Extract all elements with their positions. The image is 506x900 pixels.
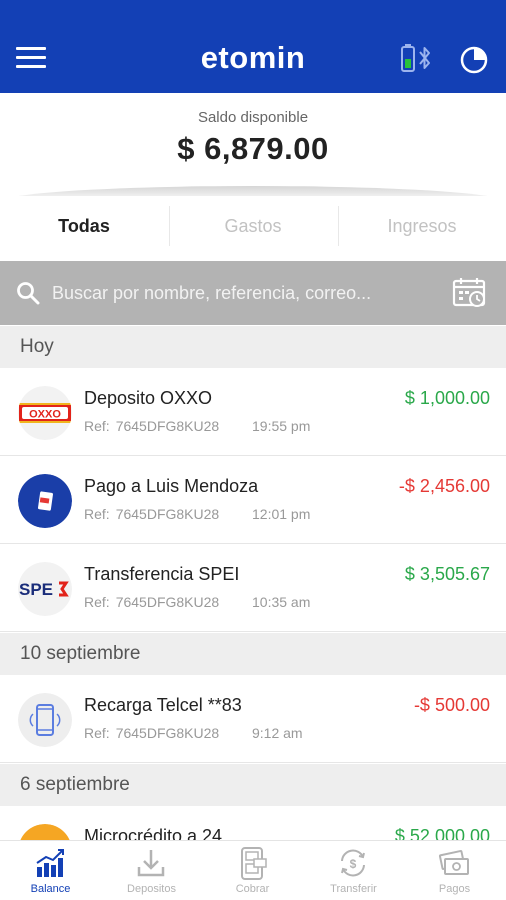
section-header-10-septiembre: 10 septiembre: [0, 633, 506, 675]
transaction-amount: -$ 2,456.00: [398, 476, 490, 496]
transaction-name: Deposito OXXO: [84, 388, 213, 408]
top-app-bar: etomin: [0, 0, 506, 93]
transaction-name: Recarga Telcel **83: [84, 695, 242, 715]
nav-cobrar[interactable]: Cobrar: [202, 841, 303, 900]
transaction-time: 10:35 am: [252, 594, 311, 610]
transaction-time: 12:01 pm: [252, 506, 311, 522]
transaction-time: 19:55 pm: [252, 418, 311, 434]
transaction-amount: $ 3,505.67: [404, 564, 490, 584]
calendar-clock-icon[interactable]: [452, 277, 488, 309]
nav-balance[interactable]: Balance: [0, 841, 101, 900]
transaction-amount: $ 1,000.00: [404, 388, 490, 408]
nav-label: Cobrar: [235, 883, 270, 895]
nav-pagos[interactable]: Pagos: [404, 841, 505, 900]
transaction-ref: Ref: 7645DFG8KU28: [84, 418, 220, 434]
pos-terminal-icon: [241, 847, 267, 880]
cash-icon: [438, 850, 469, 875]
transaction-amount: -$ 500.00: [413, 695, 490, 715]
chart-icon: [36, 849, 64, 877]
balance-label: Saldo disponible: [197, 109, 309, 126]
oxxo-logo: OXXO: [18, 386, 72, 440]
nav-label: Balance: [30, 883, 71, 895]
transaction-row[interactable]: Pago a Luis Mendoza Ref: 7645DFG8KU28 12:…: [0, 456, 506, 544]
nav-transferir[interactable]: $ Transferir: [303, 841, 404, 900]
search-input[interactable]: [52, 275, 432, 311]
phone-icon: [18, 693, 72, 747]
transaction-ref: Ref: 7645DFG8KU28: [84, 725, 220, 741]
balance-amount: $ 6,879.00: [177, 131, 329, 166]
search-icon: [16, 281, 40, 305]
transaction-name: Pago a Luis Mendoza: [84, 476, 259, 496]
pie-chart-icon[interactable]: [458, 43, 490, 75]
tab-todas[interactable]: Todas: [0, 196, 168, 258]
nav-label: Transferir: [330, 883, 377, 895]
transaction-row[interactable]: OXXO Deposito OXXO Ref: 7645DFG8KU28 19:5…: [0, 368, 506, 456]
battery-bluetooth-icon[interactable]: [400, 43, 436, 73]
transaction-time: 9:12 am: [252, 725, 303, 741]
spei-logo: SPE: [18, 562, 72, 616]
filter-tabs: Todas Gastos Ingresos: [0, 196, 506, 258]
section-header-hoy: Hoy: [0, 326, 506, 368]
nav-label: Depositos: [127, 883, 176, 895]
transaction-row[interactable]: SPE Transferencia SPEI Ref: 7645DFG8KU28 …: [0, 544, 506, 632]
svg-text:SPE: SPE: [19, 580, 53, 599]
tab-gastos[interactable]: Gastos: [169, 196, 337, 258]
transaction-ref: Ref: 7645DFG8KU28: [84, 594, 220, 610]
tab-ingresos[interactable]: Ingresos: [338, 196, 506, 258]
bottom-navigation: Balance Depositos Cobrar $ Transferir Pa…: [0, 840, 506, 900]
search-bar: [0, 261, 506, 325]
transaction-row[interactable]: Recarga Telcel **83 Ref: 7645DFG8KU28 9:1…: [0, 675, 506, 763]
transaction-name: Transferencia SPEI: [84, 564, 240, 584]
balance-panel: Saldo disponible $ 6,879.00: [0, 93, 506, 189]
card-icon: [18, 474, 72, 528]
section-header-6-septiembre: 6 septiembre: [0, 764, 506, 806]
svg-text:OXXO: OXXO: [29, 409, 61, 421]
transfer-icon: $: [341, 849, 365, 877]
transaction-ref: Ref: 7645DFG8KU28: [84, 506, 220, 522]
download-icon: [137, 850, 165, 877]
svg-text:$: $: [350, 857, 357, 871]
nav-depositos[interactable]: Depositos: [101, 841, 202, 900]
nav-label: Pagos: [438, 883, 471, 895]
